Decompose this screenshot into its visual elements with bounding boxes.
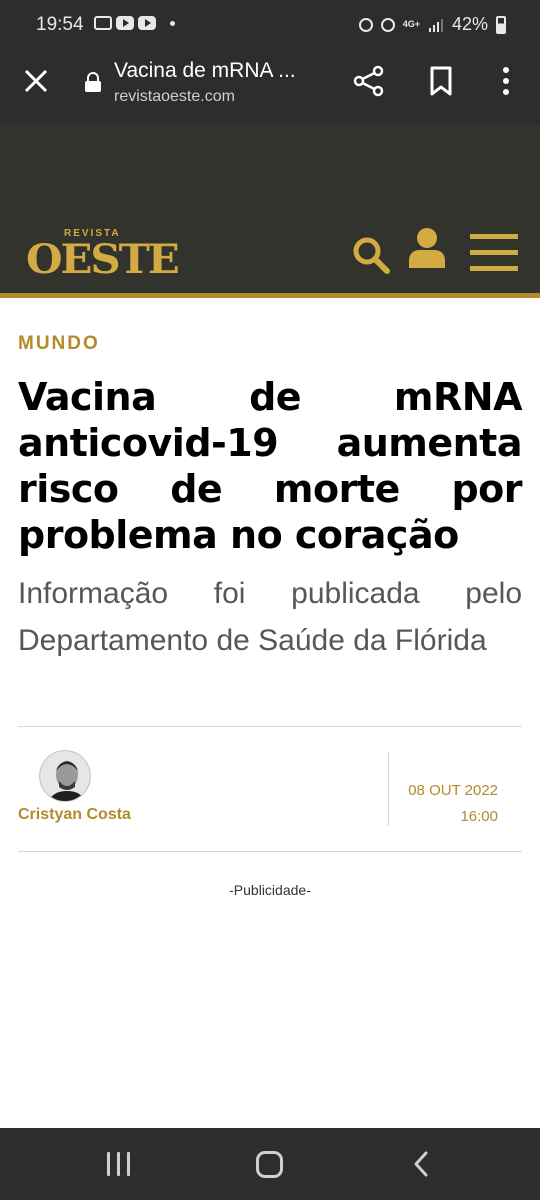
recents-bar xyxy=(117,1152,120,1176)
youtube-icon xyxy=(138,16,156,30)
bookmark-icon[interactable] xyxy=(426,65,456,97)
author-name[interactable]: Cristyan Costa xyxy=(18,806,131,824)
avatar[interactable] xyxy=(39,750,91,802)
search-icon[interactable] xyxy=(350,234,392,276)
back-icon[interactable] xyxy=(410,1150,432,1178)
notification-icons xyxy=(94,16,175,30)
header-divider xyxy=(0,293,540,298)
article-headline: Vacina de mRNA anticovid-19 aumenta risc… xyxy=(18,375,523,557)
youtube-icon xyxy=(116,16,134,30)
menu-icon[interactable] xyxy=(470,234,518,272)
divider xyxy=(18,851,522,852)
alarm-icon xyxy=(358,17,373,32)
logo-text: OESTE xyxy=(26,236,180,283)
user-icon[interactable] xyxy=(406,226,448,270)
article-subtitle: Informação foi publicada pelo Departamen… xyxy=(18,577,522,657)
menu-bar xyxy=(470,250,518,255)
page-url[interactable]: revistaoeste.com xyxy=(114,88,235,106)
article-category[interactable]: MUNDO xyxy=(18,333,100,355)
recents-bar xyxy=(127,1152,130,1176)
system-nav-bar xyxy=(0,1128,540,1200)
battery-icon xyxy=(496,15,506,34)
avatar-photo xyxy=(40,751,90,801)
close-icon[interactable] xyxy=(20,65,52,97)
status-bar: 19:54 4G+ 42% xyxy=(0,0,540,50)
menu-bar xyxy=(470,266,518,271)
mute-icon xyxy=(380,17,395,32)
signal-icon xyxy=(428,18,443,32)
recents-icon[interactable] xyxy=(106,1152,132,1176)
divider xyxy=(18,726,522,727)
home-icon[interactable] xyxy=(256,1151,283,1178)
system-icons: 4G+ 42% xyxy=(358,14,506,35)
status-time: 19:54 xyxy=(36,14,84,35)
dot-icon xyxy=(170,20,175,26)
author-block[interactable]: Cristyan Costa xyxy=(18,750,158,830)
vertical-divider xyxy=(388,752,389,826)
gallery-icon xyxy=(94,16,112,30)
site-header: REVISTA OESTE xyxy=(0,124,540,294)
ad-label: -Publicidade- xyxy=(229,882,311,898)
recents-bar xyxy=(107,1152,110,1176)
menu-bar xyxy=(470,234,518,239)
battery-percent: 42% xyxy=(451,14,488,34)
publish-date: 08 OUT 2022 xyxy=(408,782,498,799)
publish-time: 16:00 xyxy=(460,808,498,825)
browser-toolbar: Vacina de mRNA ... revistaoeste.com xyxy=(0,50,540,124)
more-vert-icon[interactable] xyxy=(494,65,518,97)
lock-icon xyxy=(85,72,101,92)
publish-date-block: 08 OUT 2022 16:00 xyxy=(408,778,498,830)
page-title[interactable]: Vacina de mRNA ... xyxy=(114,59,296,83)
share-icon[interactable] xyxy=(352,64,386,98)
network-type: 4G+ xyxy=(402,19,420,29)
